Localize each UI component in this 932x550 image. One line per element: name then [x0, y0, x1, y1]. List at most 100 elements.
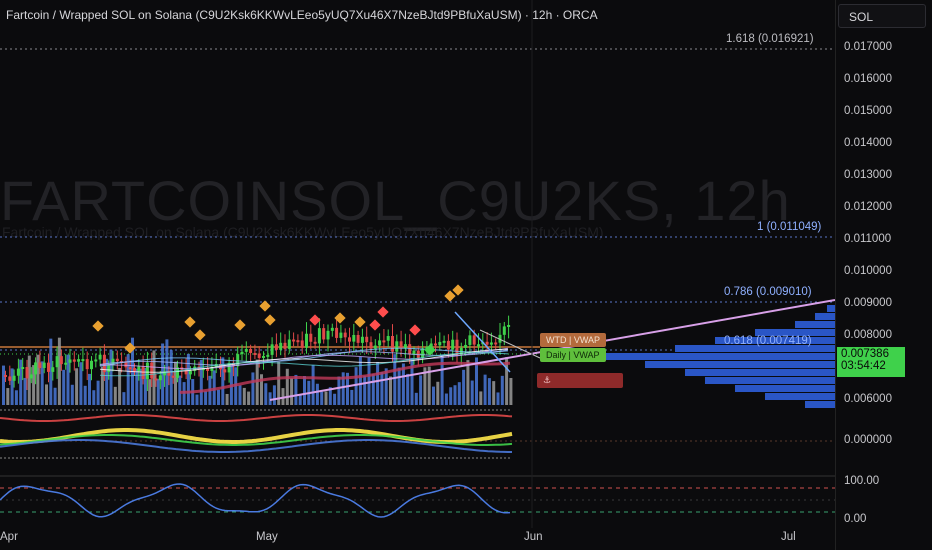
candle-body: [141, 366, 145, 380]
candle-body: [326, 330, 330, 340]
volume-bar: [337, 376, 341, 405]
volume-bar: [70, 384, 74, 405]
volume-bar: [397, 367, 401, 405]
signal-diamond: [452, 284, 464, 296]
candle-body: [249, 348, 253, 354]
candle-body: [403, 344, 407, 349]
volume-bar: [333, 393, 337, 405]
candle-body: [223, 369, 227, 373]
volume-bar: [10, 368, 14, 405]
candle-body: [244, 348, 248, 352]
candle-body: [343, 332, 347, 338]
candle-body: [72, 359, 76, 362]
signal-diamond: [409, 324, 421, 336]
signal-diamond: [234, 319, 246, 331]
candle-body: [16, 368, 20, 376]
candle-body: [274, 344, 278, 350]
candle-body: [455, 339, 459, 355]
volume-bar: [410, 357, 414, 405]
volume-bar: [315, 383, 319, 405]
daily-vwap-chip[interactable]: Daily | VWAP: [540, 348, 606, 362]
volume-bar: [14, 390, 18, 405]
candle-body: [171, 375, 175, 378]
candle-body: [386, 336, 390, 341]
candle-body: [21, 366, 25, 369]
volume-bar: [36, 354, 40, 405]
price-tick: 0.008000: [844, 329, 892, 341]
volume-bar: [487, 378, 491, 405]
candle-body: [257, 353, 261, 358]
candle-body: [507, 324, 511, 327]
volume-bar: [354, 367, 358, 405]
candle-body: [266, 354, 270, 357]
candle-body: [356, 334, 360, 343]
symbol-search-box[interactable]: SOL: [838, 4, 926, 28]
candle-body: [150, 362, 154, 379]
candle-body: [296, 340, 300, 343]
volume-bar: [57, 337, 61, 405]
volume-bar: [88, 373, 91, 405]
candle-body: [283, 342, 287, 349]
candle-body: [464, 344, 468, 348]
volume-bar: [6, 388, 10, 405]
fib-label-1618: 1.618 (0.016921): [726, 33, 814, 45]
candle-body: [305, 333, 308, 348]
candle-body: [421, 348, 425, 359]
candle-body: [29, 374, 33, 379]
anchor-chip[interactable]: ⚓: [537, 373, 623, 388]
volume-bar: [290, 378, 294, 405]
volume-profile-bar: [705, 377, 835, 384]
current-price-badge: 0.007386 03:54:42: [837, 347, 905, 377]
candle-body: [468, 335, 472, 345]
candle-body: [451, 339, 455, 350]
price-tick: 0.017000: [844, 41, 892, 53]
signal-diamond: [369, 319, 381, 331]
price-tick: 0.009000: [844, 297, 892, 309]
candle-body: [90, 360, 93, 370]
signal-diamond: [92, 320, 104, 332]
volume-bar: [311, 364, 315, 405]
candle-body: [68, 359, 72, 363]
volume-bar: [23, 377, 27, 405]
volume-profile-bar: [795, 321, 835, 328]
candle-body: [348, 337, 351, 342]
candle-body: [287, 339, 291, 349]
volume-bar: [135, 368, 139, 405]
candle-body: [395, 341, 399, 352]
volume-bar: [178, 375, 182, 405]
candle-body: [133, 368, 136, 372]
candle-body: [322, 328, 326, 340]
volume-bar: [225, 393, 229, 405]
volume-bar: [204, 391, 208, 405]
wtd-vwap-chip[interactable]: WTD | VWAP: [540, 333, 606, 347]
candle-body: [77, 359, 81, 362]
volume-bar: [96, 380, 100, 405]
volume-bar: [247, 391, 251, 405]
candle-body: [494, 342, 498, 345]
candle-body: [51, 367, 55, 372]
candle-body: [262, 355, 265, 358]
signal-diamond: [377, 306, 389, 318]
candle-body: [477, 344, 480, 347]
volume-profile-bar: [685, 369, 835, 376]
candle-body: [128, 367, 132, 370]
candle-body: [373, 345, 377, 349]
candle-body: [489, 342, 493, 345]
chart-canvas[interactable]: [0, 0, 835, 550]
volume-bar: [432, 386, 435, 405]
volume-profile-bar: [735, 385, 835, 392]
signal-diamond: [184, 316, 196, 328]
candle-body: [502, 326, 506, 335]
candle-body: [446, 340, 450, 350]
volume-bar: [298, 394, 302, 405]
price-tick: 0.016000: [844, 73, 892, 85]
volume-bar: [122, 392, 126, 405]
volume-bar: [272, 385, 276, 405]
volume-bar: [45, 384, 48, 405]
volume-bar: [436, 381, 440, 405]
volume-bar: [453, 385, 457, 405]
candle-body: [34, 362, 38, 375]
candle-body: [313, 341, 317, 344]
volume-bar: [285, 368, 289, 405]
candle-body: [382, 340, 386, 343]
